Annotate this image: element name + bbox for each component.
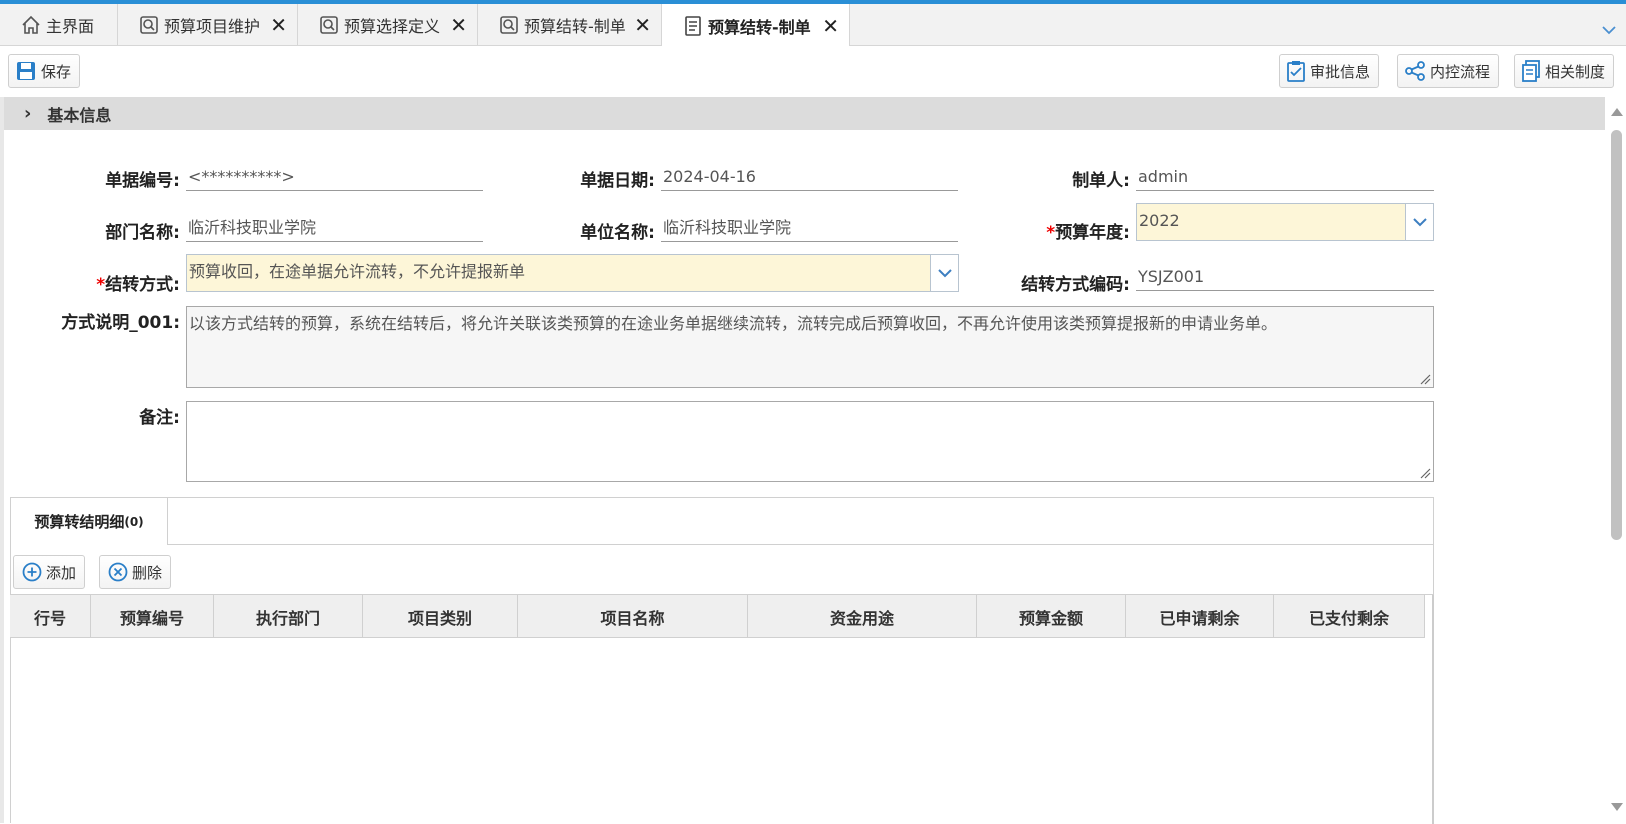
close-icon[interactable]: ✕	[270, 13, 287, 37]
doc-date-label: 单据日期:	[580, 171, 655, 191]
column-header-paid-remaining[interactable]: 已支付剩余	[1274, 595, 1425, 638]
unit-field[interactable]: 临沂科技职业学院	[661, 216, 958, 242]
delete-row-button[interactable]: 删除	[99, 555, 172, 589]
method-desc-text: 以该方式结转的预算，系统在结转后，将允许关联该类预算的在途业务单据继续流转，流转…	[189, 314, 1278, 333]
detail-tab-count: (0)	[124, 514, 144, 529]
dept-label: 部门名称:	[105, 223, 180, 243]
column-header-fund-usage[interactable]: 资金用途	[748, 595, 977, 638]
tab-label: 主界面	[46, 17, 95, 36]
chevron-down-icon[interactable]	[1405, 204, 1433, 240]
document-icon	[682, 15, 704, 37]
budget-year-select[interactable]: 2022	[1136, 203, 1434, 241]
doc-date-field[interactable]: 2024-04-16	[661, 165, 958, 191]
related-rules-label: 相关制度	[1545, 62, 1606, 81]
scroll-down-arrow[interactable]	[1611, 803, 1623, 811]
tab-label: 预算结转-制单	[708, 17, 811, 37]
tab-budget-carryover-detail[interactable]: 预算转结明细 (0)	[11, 498, 168, 545]
remark-textarea[interactable]	[186, 401, 1434, 482]
chevron-down-icon[interactable]	[1602, 20, 1616, 39]
tab-label: 预算结转-制单	[524, 17, 626, 36]
tab-budget-carryover-form-1[interactable]: 预算结转-制单 ✕	[478, 4, 662, 46]
carryover-method-select[interactable]: 预算收回，在途单据允许流转，不允许提报新单	[186, 254, 959, 292]
close-icon[interactable]: ✕	[634, 13, 651, 37]
internal-control-flow-label: 内控流程	[1430, 62, 1491, 81]
approval-info-label: 审批信息	[1310, 62, 1371, 81]
remark-label: 备注:	[139, 408, 180, 428]
close-icon[interactable]: ✕	[450, 13, 467, 37]
tab-budget-item-maintenance[interactable]: 预算项目维护 ✕	[118, 4, 298, 46]
carryover-code-label: 结转方式编码:	[1021, 275, 1130, 295]
detail-tab-strip: 预算转结明细 (0)	[11, 498, 1433, 545]
toolbar: 保存 审批信息 内控流程 相关制度	[0, 46, 1626, 96]
documents-icon	[1522, 60, 1540, 82]
budget-year-label-text: 预算年度:	[1055, 223, 1130, 243]
column-header-exec-dept[interactable]: 执行部门	[214, 595, 363, 638]
carryover-code-field[interactable]: YSJZ001	[1136, 265, 1434, 291]
carryover-method-value: 预算收回，在途单据允许流转，不允许提报新单	[189, 262, 526, 281]
grid-header: 行号 预算编号 执行部门 项目类别 项目名称 资金用途 预算金额 已申请剩余 已…	[10, 595, 1425, 638]
add-label: 添加	[46, 563, 77, 582]
search-doc-icon	[498, 14, 520, 36]
home-icon	[20, 14, 42, 36]
grid-scroll-edge	[1432, 595, 1434, 824]
share-nodes-icon	[1405, 61, 1425, 81]
method-desc-textarea[interactable]: 以该方式结转的预算，系统在结转后，将允许关联该类预算的在途业务单据继续流转，流转…	[186, 306, 1434, 388]
search-doc-icon	[138, 14, 160, 36]
vertical-scrollbar[interactable]	[1607, 100, 1626, 815]
scrollbar-thumb[interactable]	[1611, 130, 1622, 540]
save-label: 保存	[41, 62, 72, 81]
column-header-applied-remaining[interactable]: 已申请剩余	[1126, 595, 1274, 638]
internal-control-flow-button[interactable]: 内控流程	[1397, 54, 1500, 88]
column-header-item-category[interactable]: 项目类别	[363, 595, 518, 638]
plus-circle-icon	[22, 562, 42, 582]
column-header-item-name[interactable]: 项目名称	[518, 595, 748, 638]
maker-label: 制单人:	[1072, 171, 1130, 191]
required-mark: *	[1046, 223, 1056, 243]
scroll-up-arrow[interactable]	[1611, 108, 1623, 116]
carryover-method-label-text: 结转方式:	[105, 275, 180, 295]
required-mark: *	[96, 275, 106, 295]
save-button[interactable]: 保存	[8, 54, 81, 88]
related-rules-button[interactable]: 相关制度	[1514, 54, 1615, 88]
chevron-right-icon: ›	[24, 103, 32, 124]
close-icon[interactable]: ✕	[822, 14, 839, 38]
column-header-budget-no[interactable]: 预算编号	[91, 595, 214, 638]
tab-bar: 主界面 预算项目维护 ✕ 预算选择定义 ✕ 预算结转-制单 ✕ 预算结转-制单 …	[0, 4, 1626, 47]
detail-grid: 行号 预算编号 执行部门 项目类别 项目名称 资金用途 预算金额 已申请剩余 已…	[10, 594, 1434, 824]
delete-label: 删除	[132, 563, 163, 582]
unit-label: 单位名称:	[580, 223, 655, 243]
resize-grip-icon[interactable]	[1419, 373, 1431, 385]
doc-no-label: 单据编号:	[105, 171, 180, 191]
approval-info-button[interactable]: 审批信息	[1279, 54, 1380, 88]
chevron-down-icon[interactable]	[930, 255, 958, 291]
x-circle-icon	[108, 562, 128, 582]
resize-grip-icon[interactable]	[1419, 467, 1431, 479]
dept-field[interactable]: 临沂科技职业学院	[186, 216, 483, 242]
left-edge-strip	[0, 97, 4, 823]
tab-label: 预算项目维护	[164, 17, 261, 36]
section-title: 基本信息	[47, 105, 112, 125]
clipboard-check-icon	[1287, 61, 1305, 82]
budget-year-value: 2022	[1139, 211, 1180, 230]
tab-budget-carryover-form-active[interactable]: 预算结转-制单 ✕	[662, 4, 850, 47]
budget-year-label: *预算年度:	[1010, 218, 1130, 243]
tab-label: 预算选择定义	[344, 17, 441, 36]
add-row-button[interactable]: 添加	[13, 555, 86, 589]
column-header-row-no[interactable]: 行号	[10, 595, 91, 638]
tab-budget-selection-definition[interactable]: 预算选择定义 ✕	[298, 4, 478, 46]
carryover-method-label: *结转方式:	[60, 270, 180, 295]
method-desc-label: 方式说明_001:	[61, 313, 180, 333]
detail-tab-label: 预算转结明细	[34, 513, 125, 531]
doc-no-field[interactable]: <**********>	[186, 165, 483, 191]
search-doc-icon	[318, 14, 340, 36]
basic-info-section-header[interactable]: › 基本信息	[4, 97, 1605, 130]
column-header-budget-amount[interactable]: 预算金额	[977, 595, 1126, 638]
maker-field[interactable]: admin	[1136, 165, 1434, 191]
tab-home[interactable]: 主界面	[0, 4, 118, 46]
save-icon	[17, 62, 35, 80]
